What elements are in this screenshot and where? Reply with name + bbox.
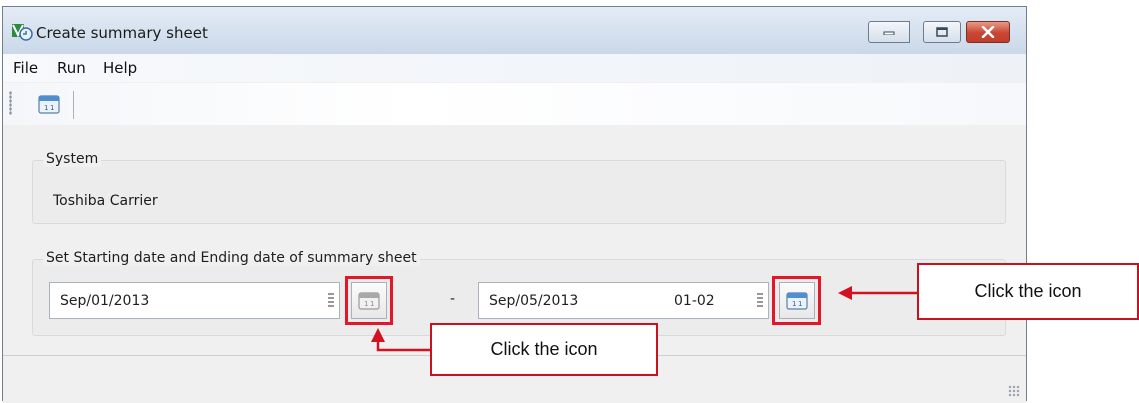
callout-right-arrow (838, 286, 917, 300)
callout-bottom-arrow (371, 328, 430, 352)
callout-bottom-text: Click the icon (490, 339, 598, 359)
callout-right: Click the icon (917, 263, 1139, 320)
callout-bottom: Click the icon (430, 323, 658, 376)
callout-right-text: Click the icon (974, 281, 1082, 301)
